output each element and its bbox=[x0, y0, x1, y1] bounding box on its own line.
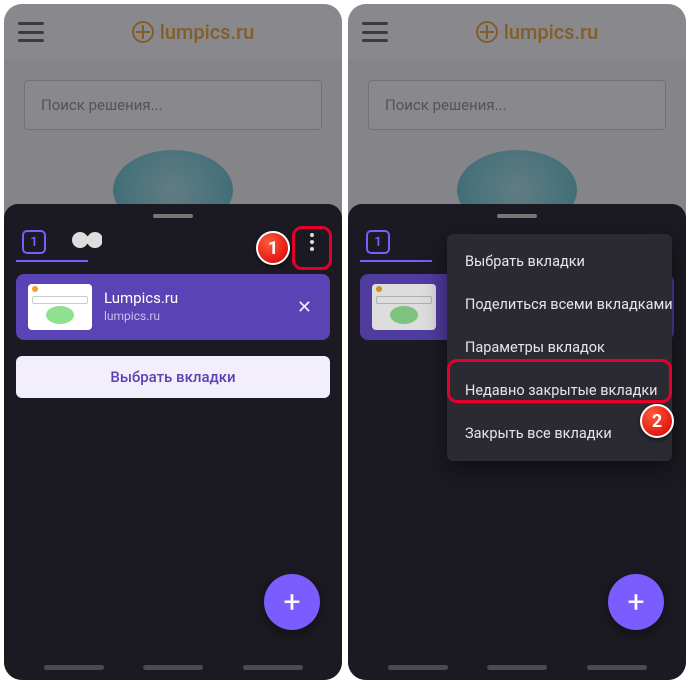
new-tab-fab[interactable]: + bbox=[264, 574, 320, 630]
hamburger-icon[interactable] bbox=[18, 22, 44, 42]
plus-icon: + bbox=[283, 585, 300, 620]
plus-icon: + bbox=[627, 585, 644, 620]
search-placeholder: Поиск решения... bbox=[41, 96, 162, 114]
search-input[interactable]: Поиск решения... bbox=[24, 80, 322, 130]
screenshot-left: lumpics.ru Поиск решения... 1 bbox=[4, 4, 342, 680]
menu-item-share-all-tabs[interactable]: Поделиться всеми вкладками bbox=[447, 283, 672, 326]
tab-thumbnail bbox=[28, 284, 92, 330]
menu-item-close-all-tabs[interactable]: Закрыть все вкладки bbox=[447, 412, 672, 455]
brand-name: lumpics.ru bbox=[504, 20, 598, 44]
tab-switcher-sheet: 1 Lumpics.ru lumpics.ru ✕ bbox=[4, 204, 342, 680]
menu-item-tab-settings[interactable]: Параметры вкладок bbox=[447, 326, 672, 369]
site-brand: lumpics.ru bbox=[132, 20, 254, 44]
incognito-icon[interactable] bbox=[72, 232, 102, 253]
overflow-menu-button[interactable] bbox=[300, 230, 324, 254]
brand-name: lumpics.ru bbox=[160, 20, 254, 44]
system-nav-bar[interactable] bbox=[348, 665, 686, 670]
tab-url: lumpics.ru bbox=[104, 309, 279, 325]
sheet-grabber[interactable] bbox=[153, 214, 193, 218]
open-tab-card[interactable]: Lumpics.ru lumpics.ru ✕ bbox=[16, 274, 330, 340]
search-input[interactable]: Поиск решения... bbox=[368, 80, 666, 130]
hamburger-icon[interactable] bbox=[362, 22, 388, 42]
tab-count-button[interactable]: 1 bbox=[22, 230, 46, 254]
tab-title: Lumpics.ru bbox=[104, 289, 279, 309]
search-placeholder: Поиск решения... bbox=[385, 96, 506, 114]
screenshot-right: lumpics.ru Поиск решения... 1 bbox=[348, 4, 686, 680]
callout-badge-2: 2 bbox=[640, 404, 674, 438]
close-tab-icon[interactable]: ✕ bbox=[291, 293, 318, 322]
brand-logo-icon bbox=[476, 21, 498, 43]
system-nav-bar[interactable] bbox=[4, 665, 342, 670]
site-brand: lumpics.ru bbox=[476, 20, 598, 44]
brand-logo-icon bbox=[132, 21, 154, 43]
callout-badge-1: 1 bbox=[256, 231, 290, 265]
menu-item-select-tabs[interactable]: Выбрать вкладки bbox=[447, 240, 672, 283]
new-tab-fab[interactable]: + bbox=[608, 574, 664, 630]
sheet-grabber[interactable] bbox=[497, 214, 537, 218]
menu-item-recently-closed[interactable]: Недавно закрытые вкладки bbox=[447, 369, 672, 412]
tab-count-button[interactable]: 1 bbox=[366, 230, 390, 254]
tab-thumbnail bbox=[372, 284, 436, 330]
overflow-menu: Выбрать вкладки Поделиться всеми вкладка… bbox=[447, 234, 672, 461]
select-tabs-button[interactable]: Выбрать вкладки bbox=[16, 356, 330, 398]
